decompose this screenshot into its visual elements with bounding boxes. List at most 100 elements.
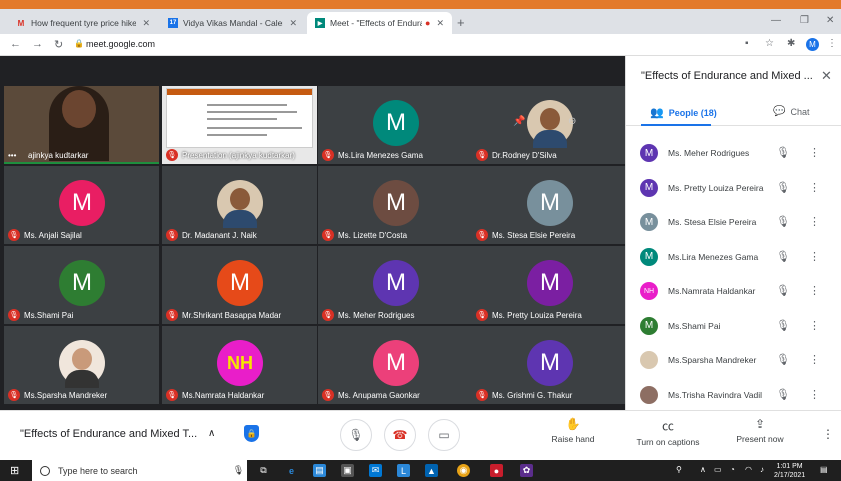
minimize-icon[interactable]: —	[771, 15, 781, 26]
meeting-title[interactable]: "Effects of Endurance and Mixed T...	[20, 428, 197, 440]
battery-icon[interactable]: ▭	[714, 465, 722, 474]
more-options-icon[interactable]: ⋮	[809, 215, 820, 228]
muted-mic-icon[interactable]: 🎙	[776, 146, 790, 159]
pin-icon[interactable]: 📌	[513, 116, 525, 127]
present-now-button[interactable]: ⇪ Present now	[730, 417, 790, 444]
forward-icon[interactable]: →	[32, 38, 43, 50]
system-clock[interactable]: 1:01 PM 2/17/2021	[774, 462, 805, 480]
tile-self[interactable]: ••• ajinkya kudtarkar	[4, 86, 159, 164]
wifi-icon[interactable]: ◠	[745, 465, 752, 474]
participant-row[interactable]: Ms.Sparsha Mandreker 🎙 ⋮	[626, 343, 841, 377]
tile-participant[interactable]: M 🎙 Ms. Pretty Louiza Pereira	[472, 246, 627, 324]
tile-participant[interactable]: M 🎙 Ms. Meher Rodrigues	[318, 246, 473, 324]
tile-participant[interactable]: M 🎙 Ms. Lizette D'Costa	[318, 166, 473, 244]
taskbar-search-input[interactable]: Type here to search	[32, 460, 247, 481]
tile-participant[interactable]: M 🎙 Mr.Shrikant Basappa Madar	[162, 246, 317, 324]
more-options-icon[interactable]: ⋮	[809, 319, 820, 332]
chrome-icon[interactable]: ◉	[457, 464, 470, 477]
more-options-icon[interactable]: ⋮	[809, 284, 820, 297]
browser-tab-gmail[interactable]: M How frequent tyre price hikes pla ✕	[8, 12, 158, 34]
store-icon[interactable]: ▣	[341, 464, 354, 477]
more-options-icon[interactable]: ⋮	[809, 353, 820, 366]
network-icon[interactable]: ◔	[730, 465, 735, 474]
muted-mic-icon: 🎙	[166, 389, 178, 401]
muted-mic-icon[interactable]: 🎙	[776, 319, 790, 332]
remove-icon[interactable]: ⊖	[568, 116, 576, 127]
person-icon[interactable]: ⚲	[676, 465, 682, 474]
microphone-button[interactable]: 🎙	[340, 419, 372, 451]
raise-hand-button[interactable]: ✋ Raise hand	[548, 417, 598, 444]
tile-participant[interactable]: 🎙 Dr. Madanant J. Naik	[162, 166, 317, 244]
tile-presentation[interactable]: 🎙 Presentation (ajinkya kudtarkar)	[162, 86, 317, 164]
menu-icon[interactable]: ⋮	[827, 38, 837, 49]
extensions-icon[interactable]: ✱	[787, 38, 795, 49]
notification-icon[interactable]: ▤	[820, 465, 828, 474]
reload-icon[interactable]: ↻	[54, 38, 63, 51]
more-options-icon[interactable]: ⋮	[809, 388, 820, 401]
tab-people[interactable]: 👥 People (18)	[650, 106, 717, 119]
captions-button[interactable]: ㏄ Turn on captions	[628, 417, 708, 447]
security-shield-icon[interactable]: 🔒	[244, 425, 259, 442]
avatar-face	[72, 348, 92, 370]
camera-icon[interactable]: ▪	[745, 38, 749, 49]
more-options-icon[interactable]: ⋮	[809, 250, 820, 263]
muted-mic-icon[interactable]: 🎙	[776, 388, 790, 401]
volume-icon[interactable]: ♪	[760, 465, 764, 474]
show-hidden-icon[interactable]: ∧	[700, 465, 706, 474]
tile-participant[interactable]: M 🎙 Ms.Shami Pai	[4, 246, 159, 324]
microphone-icon[interactable]: 🎙	[232, 464, 245, 477]
participant-row[interactable]: M Ms.Shami Pai 🎙 ⋮	[626, 309, 841, 343]
chevron-up-icon[interactable]: ∧	[208, 428, 215, 439]
hang-up-button[interactable]: ☎	[384, 419, 416, 451]
avatar: M	[59, 260, 105, 306]
participant-row[interactable]: NH Ms.Namrata Haldankar 🎙 ⋮	[626, 274, 841, 308]
muted-mic-icon[interactable]: 🎙	[776, 215, 790, 228]
tile-participant[interactable]: M 🎙 Ms. Anupama Gaonkar	[318, 326, 473, 404]
tile-participant[interactable]: M 🎙 Ms. Stesa Elsie Pereira	[472, 166, 627, 244]
browser-tab-calendar[interactable]: 17 Vidya Vikas Mandal - Calendar - ✕	[160, 12, 305, 34]
close-tab-icon[interactable]: ✕	[436, 18, 444, 29]
muted-mic-icon[interactable]: 🎙	[776, 284, 790, 297]
close-icon[interactable]: ✕	[821, 68, 832, 84]
calendar-app-icon[interactable]: L	[397, 464, 410, 477]
tab-chat[interactable]: 💬 Chat	[773, 106, 809, 117]
more-options-icon[interactable]: ⋮	[822, 427, 834, 441]
close-tab-icon[interactable]: ✕	[142, 18, 150, 29]
file-explorer-icon[interactable]: ▤	[313, 464, 326, 477]
browser-tab-meet[interactable]: ▶ Meet - "Effects of Endurance ● ✕	[307, 12, 452, 34]
photos-icon[interactable]: ▲	[425, 464, 438, 477]
participant-row[interactable]: M Ms.Lira Menezes Gama 🎙 ⋮	[626, 240, 841, 274]
muted-mic-icon[interactable]: 🎙	[776, 353, 790, 366]
panel-title: "Effects of Endurance and Mixed ...	[641, 70, 813, 82]
participant-row[interactable]: M Ms. Meher Rodrigues 🎙 ⋮	[626, 136, 841, 170]
mail-icon[interactable]: ✉	[369, 464, 382, 477]
windows-start-icon[interactable]: ⊞	[10, 464, 19, 477]
app-icon[interactable]: ●	[490, 464, 503, 477]
edge-icon[interactable]: e	[285, 464, 298, 477]
tile-participant[interactable]: 🎙 Ms.Sparsha Mandreker	[4, 326, 159, 404]
url-field[interactable]: meet.google.com	[86, 39, 155, 49]
participant-row[interactable]: Ms.Trisha Ravindra Vadil 🎙 ⋮	[626, 378, 841, 412]
tile-participant[interactable]: M 🎙 Ms. Anjali Sajilal	[4, 166, 159, 244]
task-view-icon[interactable]: ⧉	[257, 464, 270, 477]
more-options-icon[interactable]: ⋮	[809, 146, 820, 159]
maximize-icon[interactable]: ❐	[800, 15, 809, 26]
muted-mic-icon: 🎙	[166, 309, 178, 321]
teams-icon[interactable]: ✿	[520, 464, 533, 477]
participant-row[interactable]: M Ms. Pretty Louiza Pereira 🎙 ⋮	[626, 171, 841, 205]
avatar[interactable]: M	[806, 38, 819, 51]
muted-mic-icon[interactable]: 🎙	[776, 250, 790, 263]
back-icon[interactable]: ←	[10, 38, 21, 50]
close-tab-icon[interactable]: ✕	[289, 18, 297, 29]
tile-participant[interactable]: 📌 ⊖ 🎙 Dr.Rodney D'Silva	[472, 86, 627, 164]
camera-button[interactable]: ▭	[428, 419, 460, 451]
new-tab-button[interactable]: +	[457, 15, 465, 30]
muted-mic-icon[interactable]: 🎙	[776, 181, 790, 194]
tile-participant[interactable]: M 🎙 Ms.Lira Menezes Gama	[318, 86, 473, 164]
close-window-icon[interactable]: ✕	[826, 15, 834, 26]
tile-participant[interactable]: NH 🎙 Ms.Namrata Haldankar	[162, 326, 317, 404]
star-icon[interactable]: ☆	[765, 38, 774, 49]
participant-row[interactable]: M Ms. Stesa Elsie Pereira 🎙 ⋮	[626, 205, 841, 239]
tile-participant[interactable]: M 🎙 Ms. Grishmi G. Thakur	[472, 326, 627, 404]
more-options-icon[interactable]: ⋮	[809, 181, 820, 194]
